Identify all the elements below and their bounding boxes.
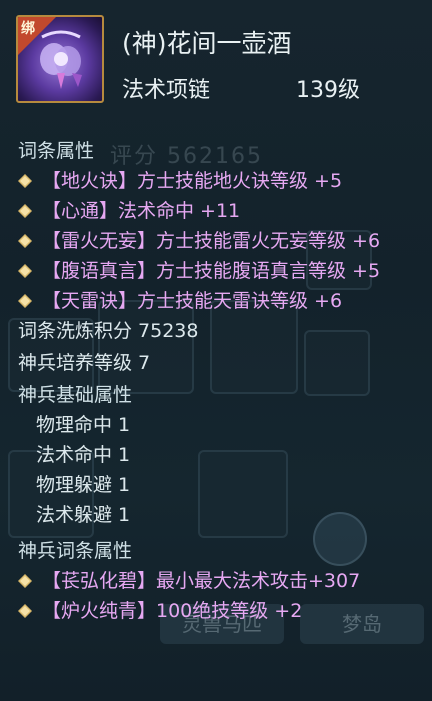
gold-diamond-bullet-icon	[18, 204, 32, 218]
affix-line: 【地火诀】方士技能地火诀等级 +5	[18, 166, 418, 196]
tooltip-content: 词条属性 【地火诀】方士技能地火诀等级 +5 【心通】法术命中 +11 【雷火无…	[18, 136, 418, 626]
item-icon-frame: 绑	[16, 15, 104, 103]
affix-text: 【腹语真言】方士技能腹语真言等级 +5	[42, 260, 381, 282]
item-type: 法术项链	[122, 78, 211, 103]
weapon-affix-text: 【炉火纯青】100绝技等级 +2	[42, 600, 303, 622]
item-name: (神)花间一壶酒	[122, 29, 292, 58]
affix-text: 【雷火无妄】方士技能雷火无妄等级 +6	[42, 230, 381, 252]
gold-diamond-bullet-icon	[18, 234, 32, 248]
weapon-base-line: 法术命中 1	[36, 444, 131, 466]
affix-line: 【雷火无妄】方士技能雷火无妄等级 +6	[18, 226, 418, 256]
weapon-affix-text: 【苌弘化碧】最小最大法术攻击+307	[42, 570, 361, 592]
item-level: 139级	[296, 78, 360, 103]
affix-header: 词条属性	[18, 140, 95, 162]
bind-badge-label: 绑	[21, 21, 35, 37]
affix-line: 【心通】法术命中 +11	[18, 196, 418, 226]
affix-text: 【地火诀】方士技能地火诀等级 +5	[42, 170, 343, 192]
weapon-base-line: 法术躲避 1	[36, 504, 131, 526]
item-tooltip: 评分 562165 灵兽马匹 梦岛 绑 (神)花间一壶酒 法术项链 139级 词…	[0, 0, 432, 701]
weapon-level: 神兵培养等级 7	[18, 352, 151, 374]
gold-diamond-bullet-icon	[18, 174, 32, 188]
gold-diamond-bullet-icon	[18, 604, 32, 618]
affix-line: 【腹语真言】方士技能腹语真言等级 +5	[18, 256, 418, 286]
refine-points: 词条洗炼积分 75238	[18, 320, 199, 342]
weapon-base-line: 物理躲避 1	[36, 474, 131, 496]
weapon-base-line: 物理命中 1	[36, 414, 131, 436]
affix-text: 【天雷诀】方士技能天雷诀等级 +6	[42, 290, 343, 312]
affix-line: 【天雷诀】方士技能天雷诀等级 +6	[18, 286, 418, 316]
gold-diamond-bullet-icon	[18, 264, 32, 278]
weapon-affix-line: 【苌弘化碧】最小最大法术攻击+307	[18, 566, 418, 596]
affix-text: 【心通】法术命中 +11	[42, 200, 241, 222]
weapon-affix-line: 【炉火纯青】100绝技等级 +2	[18, 596, 418, 626]
weapon-affix-header: 神兵词条属性	[18, 540, 133, 562]
gold-diamond-bullet-icon	[18, 294, 32, 308]
weapon-base-header: 神兵基础属性	[18, 384, 133, 406]
gold-diamond-bullet-icon	[18, 574, 32, 588]
